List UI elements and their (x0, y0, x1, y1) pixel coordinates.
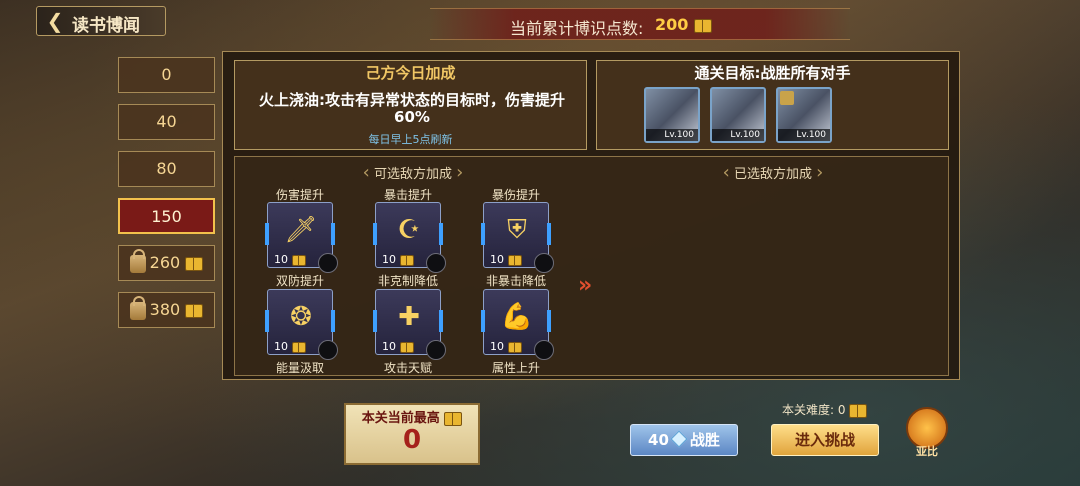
skill-card-non-counter-down[interactable]: ✚ 10 (373, 289, 446, 360)
flex-arm-icon: 💪 (500, 302, 534, 332)
book-icon (291, 254, 306, 266)
select-dot[interactable] (534, 253, 554, 273)
book-icon (444, 411, 463, 426)
today-bonus-description: 火上浇油:攻击有异常状态的目标时，伤害提升60% (258, 91, 565, 126)
moon-star-icon: ☪ (397, 215, 421, 245)
skill-cost: 10 (490, 340, 522, 353)
points-label: 当前累计博识点数: (510, 19, 644, 38)
emblem-icon: ❂ (290, 302, 312, 332)
difficulty-label: 本关难度: 0 (782, 401, 868, 418)
transfer-arrow-icon[interactable]: » (578, 275, 600, 297)
skill-cost: 10 (490, 253, 522, 266)
best-score-value: 0 (402, 425, 422, 455)
tier-tab-label: 150 (151, 207, 182, 226)
tier-tab-40[interactable]: 40 (118, 104, 215, 140)
skill-cost: 10 (274, 253, 306, 266)
tier-tab-80[interactable]: 80 (118, 151, 215, 187)
tier-tab-label: 260 (149, 253, 181, 272)
mascot-label: 亚比 (916, 445, 938, 458)
shield-icon: ⛨ (507, 215, 527, 245)
select-dot[interactable] (534, 340, 554, 360)
lock-icon (129, 248, 146, 273)
skill-cost: 10 (382, 253, 414, 266)
page-title: 读书博闻 (72, 16, 140, 36)
book-icon (399, 254, 414, 266)
tier-tab-label: 0 (161, 65, 172, 84)
today-bonus-title: 己方今日加成 (365, 64, 456, 82)
book-icon (507, 341, 522, 353)
selectable-bonus-header: ‹ 可选敌方加成 › (362, 162, 464, 183)
skill-label: 非克制降低 (377, 274, 438, 288)
select-dot[interactable] (426, 253, 446, 273)
tier-tab-label: 380 (149, 300, 181, 319)
skill-card-defense-up[interactable]: ❂ 10 (265, 289, 338, 360)
enemy-portrait[interactable]: Lv.100 (644, 87, 700, 143)
crown-icon (780, 91, 794, 105)
book-icon (507, 254, 522, 266)
enemy-portrait[interactable]: Lv.100 (710, 87, 766, 143)
points-value: 200 (655, 15, 712, 34)
skill-label: 暴伤提升 (491, 188, 540, 202)
battle-label: 战胜 (689, 431, 720, 449)
skill-label: 属性上升 (491, 361, 540, 375)
tier-tab-380[interactable]: 380 (118, 292, 215, 328)
tier-tab-label: 40 (156, 112, 177, 131)
enemy-level: Lv.100 (712, 129, 764, 141)
tier-tab-label: 80 (156, 159, 177, 178)
book-icon (291, 341, 306, 353)
skill-card-crit-up[interactable]: ☪ 10 (373, 202, 446, 273)
selected-bonus-header: ‹ 已选敌方加成 › (722, 162, 824, 183)
refresh-note: 每日早上5点刷新 (368, 133, 453, 146)
points-number: 200 (655, 15, 689, 34)
select-dot[interactable] (318, 253, 338, 273)
select-dot[interactable] (318, 340, 338, 360)
tier-tab-260[interactable]: 260 (118, 245, 215, 281)
book-icon (849, 403, 868, 418)
selected-bonus-label: 已选敌方加成 (733, 167, 812, 182)
book-icon (399, 341, 414, 353)
lock-icon (129, 295, 146, 320)
skill-card-non-crit-down[interactable]: 💪 10 (481, 289, 554, 360)
skill-label: 能量汲取 (275, 361, 324, 375)
clear-goal-title: 通关目标:战胜所有对手 (694, 64, 851, 82)
tier-tab-0[interactable]: 0 (118, 57, 215, 93)
enemy-level: Lv.100 (778, 129, 830, 141)
best-score-label: 本关当前最高 (344, 407, 480, 426)
cross-icon: ✚ (398, 302, 420, 332)
enemy-portrait[interactable]: Lv.100 (776, 87, 832, 143)
book-icon (185, 256, 204, 271)
skill-label: 双防提升 (275, 274, 324, 288)
battle-button[interactable]: 40 战胜 (630, 424, 738, 456)
skill-label: 暴击提升 (383, 188, 432, 202)
skill-card-damage-up[interactable]: 🗡 10 (265, 202, 338, 273)
skill-cost: 10 (274, 340, 306, 353)
enemy-bonus-area (234, 156, 949, 376)
book-icon (693, 18, 712, 33)
sword-icon: 🗡 (284, 215, 318, 245)
skill-label: 攻击天赋 (383, 361, 432, 375)
skill-cost: 10 (382, 340, 414, 353)
select-dot[interactable] (426, 340, 446, 360)
skill-label: 伤害提升 (275, 188, 324, 202)
battle-cost: 40 (648, 431, 669, 449)
skill-label: 非暴击降低 (485, 274, 546, 288)
enemy-level: Lv.100 (646, 129, 698, 141)
enter-challenge-button[interactable]: 进入挑战 (771, 424, 879, 456)
tier-tab-150[interactable]: 150 (118, 198, 215, 234)
back-arrow-icon[interactable]: ❮ (44, 11, 66, 31)
skill-card-crit-damage-up[interactable]: ⛨ 10 (481, 202, 554, 273)
gem-icon (670, 430, 688, 448)
book-icon (185, 303, 204, 318)
selectable-bonus-label: 可选敌方加成 (373, 167, 452, 182)
